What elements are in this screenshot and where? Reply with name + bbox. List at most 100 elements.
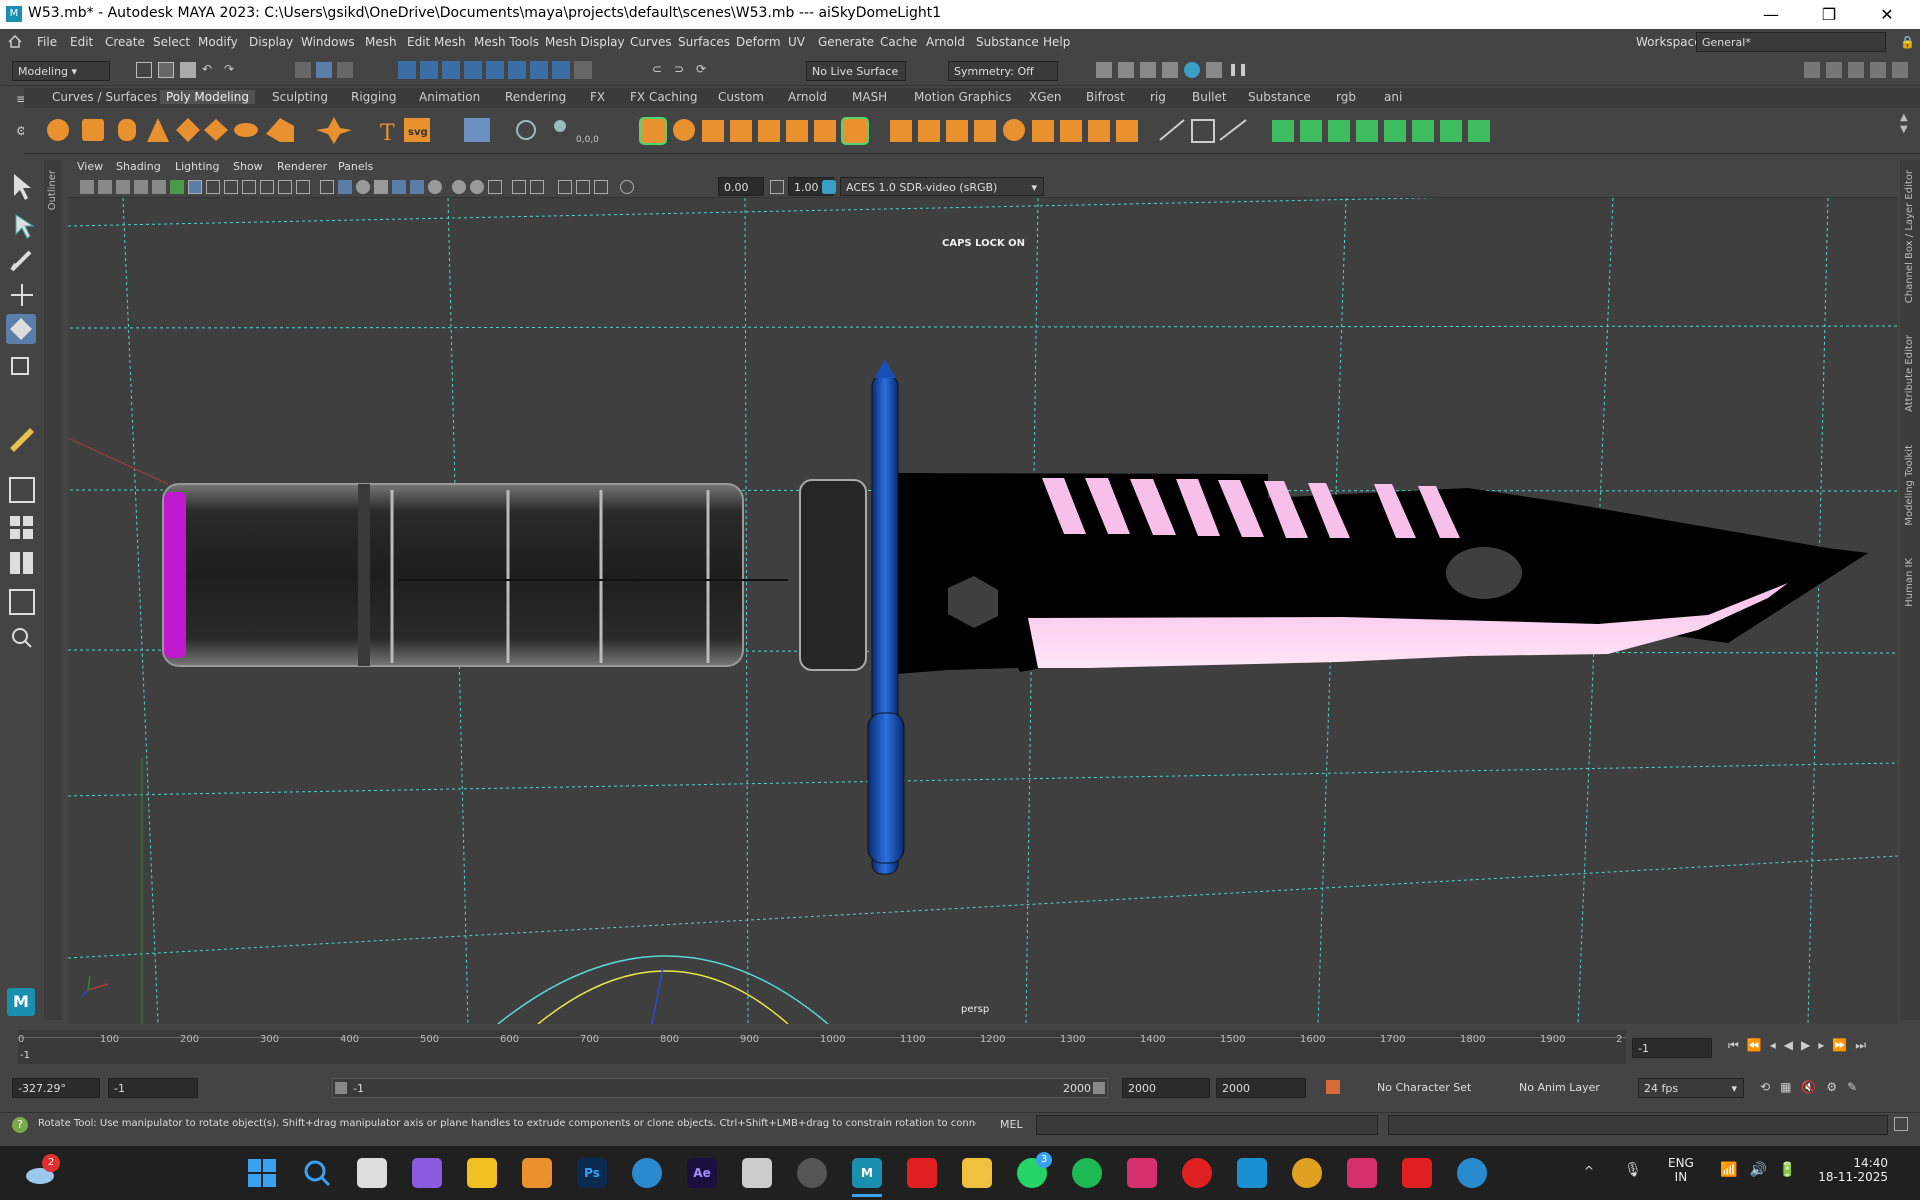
menu-substance[interactable]: Substance <box>976 35 1039 49</box>
depth-of-field-icon[interactable] <box>488 180 502 194</box>
open-scene-icon[interactable] <box>158 62 174 78</box>
shadows-icon[interactable] <box>410 180 424 194</box>
snap-surface-icon[interactable] <box>486 61 504 79</box>
output-ops-icon[interactable]: ⊃ <box>674 62 690 78</box>
after-effects-icon[interactable]: Ae <box>687 1158 717 1188</box>
panel-menu-lighting[interactable]: Lighting <box>175 160 219 173</box>
menu-mesh[interactable]: Mesh <box>365 35 397 49</box>
file-explorer-icon[interactable] <box>962 1158 992 1188</box>
panel-menu-view[interactable]: View <box>77 160 103 173</box>
character-controls-icon[interactable] <box>1826 62 1842 78</box>
screen-space-ao-icon[interactable] <box>428 180 442 194</box>
use-all-lights-icon[interactable] <box>392 180 406 194</box>
redo-icon[interactable]: ↷ <box>224 62 240 78</box>
attribute-editor-tab[interactable]: Attribute Editor <box>1904 335 1915 412</box>
menu-file[interactable]: File <box>37 35 57 49</box>
shelf-tab-xgen[interactable]: XGen <box>1023 90 1068 104</box>
cache-playback-icon[interactable]: ▦ <box>1780 1080 1791 1094</box>
time-slider-track[interactable]: 0 100 200 300 400 500 600 700 800 900 10… <box>18 1030 1626 1064</box>
chrome-icon[interactable] <box>1292 1158 1322 1188</box>
viewport-scene[interactable] <box>68 198 1898 1024</box>
fps-dropdown[interactable]: 24 fps ▾ <box>1638 1078 1744 1098</box>
step-forward-key-icon[interactable]: ⏩ <box>1832 1038 1847 1053</box>
taskbar-search-icon[interactable] <box>302 1158 332 1188</box>
maya-taskbar-icon[interactable]: M <box>852 1158 882 1188</box>
menu-curves[interactable]: Curves <box>630 35 672 49</box>
wireframe-on-shaded-icon[interactable] <box>356 180 370 194</box>
shelf-tab-bifrost[interactable]: Bifrost <box>1080 90 1131 104</box>
shelf-tab-fx-caching[interactable]: FX Caching <box>624 90 703 104</box>
snap-view-plane-icon[interactable] <box>464 61 482 79</box>
select-components-icon[interactable] <box>337 62 353 78</box>
menu-select[interactable]: Select <box>153 35 190 49</box>
help-icon[interactable]: ? <box>12 1117 28 1133</box>
edge-icon[interactable] <box>632 1158 662 1188</box>
image-plane-icon[interactable] <box>134 180 148 194</box>
menu-surfaces[interactable]: Surfaces <box>678 35 730 49</box>
menu-edit[interactable]: Edit <box>70 35 93 49</box>
gamma-icon[interactable] <box>770 180 784 194</box>
shelf-tab-fx[interactable]: FX <box>584 90 611 104</box>
spotify-icon[interactable] <box>1072 1158 1102 1188</box>
norton-icon[interactable] <box>467 1158 497 1188</box>
copilot-icon[interactable] <box>412 1158 442 1188</box>
mode-dropdown[interactable]: Modeling ▾ <box>12 61 110 81</box>
range-end-handle[interactable] <box>1093 1082 1105 1094</box>
new-scene-icon[interactable] <box>136 62 152 78</box>
language-indicator[interactable]: ENG IN <box>1668 1156 1694 1184</box>
obs-icon[interactable] <box>797 1158 827 1188</box>
grid-toggle-icon[interactable] <box>188 180 202 194</box>
menu-mesh-tools[interactable]: Mesh Tools <box>474 35 539 49</box>
menu-help[interactable]: Help <box>1043 35 1070 49</box>
motion-blur-icon[interactable] <box>452 180 466 194</box>
windows-start-icon[interactable] <box>247 1158 277 1188</box>
loop-icon[interactable]: ⟲ <box>1760 1080 1770 1094</box>
render-frame-icon[interactable] <box>1118 62 1134 78</box>
task-view-icon[interactable] <box>357 1158 387 1188</box>
animation-preferences-icon[interactable]: ✎ <box>1847 1080 1857 1094</box>
shelf-tab-arnold[interactable]: Arnold <box>782 90 833 104</box>
anti-aliasing-icon[interactable] <box>470 180 484 194</box>
grease-pencil-icon[interactable] <box>170 180 184 194</box>
start-time-field[interactable]: -1 <box>108 1078 198 1098</box>
shelf-scroll-arrows[interactable]: ▲ ▼ <box>1900 112 1908 136</box>
youtube-pwa-icon[interactable] <box>1402 1158 1432 1188</box>
human-ik-tab[interactable]: Human IK <box>1904 558 1915 607</box>
home-icon[interactable] <box>8 34 22 48</box>
smooth-shade-icon[interactable] <box>338 180 352 194</box>
camera-attributes-icon[interactable] <box>98 180 112 194</box>
playback-settings-icon[interactable]: ⚙ <box>1826 1080 1837 1094</box>
snap-vertex-icon[interactable] <box>508 61 526 79</box>
play-backward-icon[interactable]: ◀ <box>1784 1038 1793 1053</box>
view-transform-dropdown[interactable]: ACES 1.0 SDR-video (sRGB) ▾ <box>840 177 1044 196</box>
range-slider[interactable]: -1 2000 <box>332 1078 1108 1098</box>
color-management-icon[interactable] <box>822 180 836 194</box>
perspective-viewport[interactable]: CAPS LOCK ON persp <box>68 198 1898 1024</box>
panel-menu-renderer[interactable]: Renderer <box>277 160 327 173</box>
channel-box-toggle-icon[interactable] <box>1892 62 1908 78</box>
exposure-field[interactable]: 0.00 <box>718 177 764 196</box>
play-forward-icon[interactable]: ▶ <box>1801 1038 1810 1053</box>
snap-face-icon[interactable] <box>552 61 570 79</box>
auto-key-icon[interactable] <box>1326 1080 1340 1094</box>
shelf-tab-poly-modeling[interactable]: Poly Modeling <box>160 90 255 104</box>
maximize-button[interactable]: ❐ <box>1800 0 1858 29</box>
gate-mask-icon[interactable] <box>242 180 256 194</box>
step-back-frame-icon[interactable]: ◂ <box>1770 1038 1776 1053</box>
menu-uv[interactable]: UV <box>788 35 805 49</box>
snap-curve-icon[interactable] <box>420 61 438 79</box>
resolution-gate-icon[interactable] <box>224 180 238 194</box>
input-ops-icon[interactable]: ⊂ <box>652 62 668 78</box>
shelf-tab-sculpting[interactable]: Sculpting <box>266 90 334 104</box>
snap-edge-icon[interactable] <box>530 61 548 79</box>
render-view-icon[interactable] <box>1096 62 1112 78</box>
instagram-icon[interactable] <box>1127 1158 1157 1188</box>
symmetry-dropdown[interactable]: Symmetry: Off <box>948 61 1058 81</box>
menu-generate[interactable]: Generate <box>818 35 874 49</box>
menu-deform[interactable]: Deform <box>736 35 781 49</box>
script-editor-icon[interactable] <box>1894 1117 1908 1131</box>
microphone-icon[interactable]: 🎙 <box>1624 1162 1642 1178</box>
safe-title-icon[interactable] <box>296 180 310 194</box>
isolate-select-icon[interactable] <box>512 180 526 194</box>
ipr-render-icon[interactable] <box>1140 62 1156 78</box>
